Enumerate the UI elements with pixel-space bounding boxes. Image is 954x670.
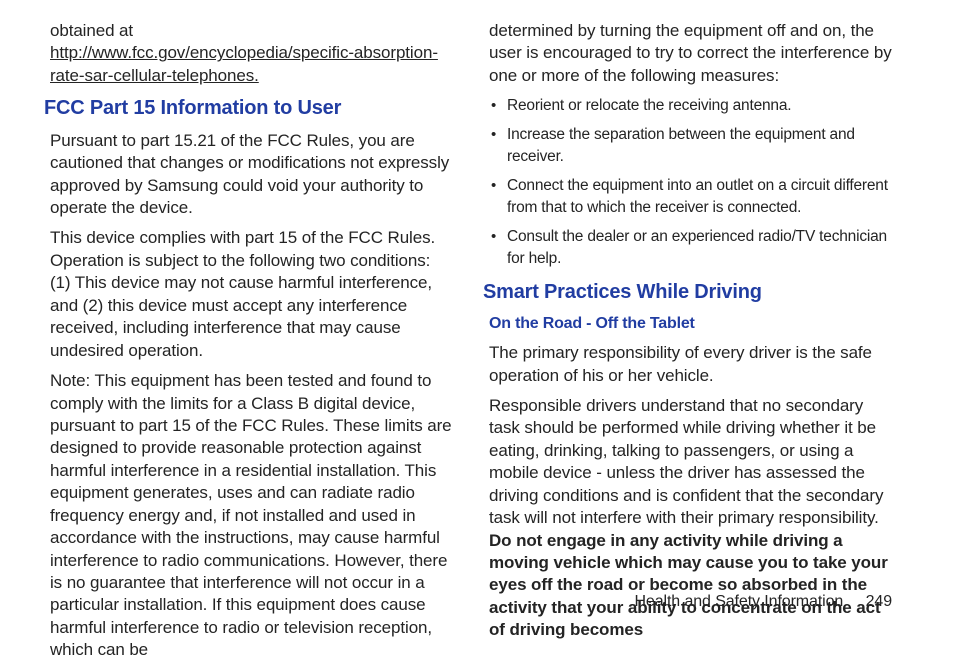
responsible-drivers-text: Responsible drivers understand that no s… (489, 396, 883, 527)
fcc-part-15-heading: FCC Part 15 Information to User (44, 95, 455, 121)
list-item: Consult the dealer or an experienced rad… (489, 226, 894, 271)
footer-section-title: Health and Safety Information (634, 593, 843, 610)
fcc-caution-para: Pursuant to part 15.21 of the FCC Rules,… (50, 130, 455, 220)
page-number: 249 (866, 593, 892, 610)
list-item: Connect the equipment into an outlet on … (489, 175, 894, 220)
right-column: determined by turning the equipment off … (489, 20, 894, 670)
document-page: obtained at http://www.fcc.gov/encyclope… (0, 0, 954, 636)
smart-practices-heading: Smart Practices While Driving (483, 279, 894, 305)
obtained-at-text: obtained at (50, 21, 133, 40)
left-column: obtained at http://www.fcc.gov/encyclope… (50, 20, 455, 670)
obtained-at-para: obtained at http://www.fcc.gov/encyclope… (50, 20, 455, 87)
measures-list: Reorient or relocate the receiving anten… (489, 95, 894, 270)
driver-responsibility-para: The primary responsibility of every driv… (489, 342, 894, 387)
fcc-compliance-para: This device complies with part 15 of the… (50, 227, 455, 362)
two-column-layout: obtained at http://www.fcc.gov/encyclope… (0, 0, 954, 670)
list-item: Reorient or relocate the receiving anten… (489, 95, 894, 117)
fcc-url-link[interactable]: http://www.fcc.gov/encyclopedia/specific… (50, 43, 438, 84)
measures-intro-para: determined by turning the equipment off … (489, 20, 894, 87)
on-the-road-subheading: On the Road - Off the Tablet (489, 313, 894, 334)
fcc-note-para: Note: This equipment has been tested and… (50, 370, 455, 662)
do-not-engage-warning: Do not engage in any activity while driv… (489, 531, 888, 640)
list-item: Increase the separation between the equi… (489, 124, 894, 169)
page-footer: Health and Safety Information 249 (634, 591, 892, 612)
